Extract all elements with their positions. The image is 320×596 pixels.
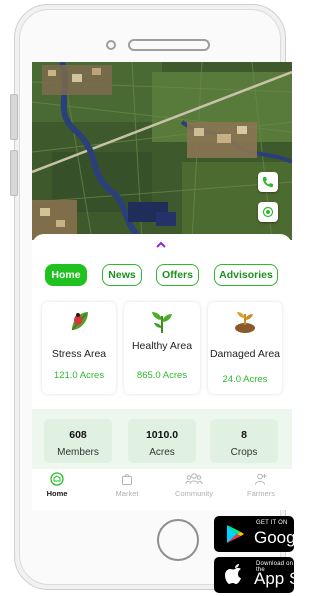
- nav-farmers[interactable]: Farmers: [236, 472, 286, 498]
- community-icon: [185, 473, 203, 485]
- speaker-grille: [128, 39, 210, 51]
- stat-number: 1010.0: [145, 429, 179, 441]
- stress-area-card[interactable]: Stress Area 121.0 Acres: [42, 302, 116, 394]
- bag-icon: [122, 474, 132, 485]
- google-play-badge[interactable]: GET IT ON Google Play: [214, 516, 294, 552]
- google-play-icon: [227, 525, 244, 543]
- beetle-leaf-icon: [42, 308, 116, 334]
- card-label: Healthy Area: [131, 340, 193, 352]
- badge-big-text: App Store: [254, 569, 294, 588]
- nav-label: Home: [46, 489, 68, 498]
- stat-label: Crops: [230, 447, 258, 458]
- stats-panel: 608 Members 1010.0 Acres 8 Crops: [32, 409, 292, 469]
- volume-down-button: [10, 150, 18, 196]
- apple-icon: [225, 564, 241, 584]
- tab-offers[interactable]: Offers: [156, 264, 199, 286]
- home-icon: [50, 472, 64, 486]
- tab-advisories[interactable]: Advisories: [214, 264, 278, 286]
- phone-icon: [263, 177, 273, 187]
- tab-news[interactable]: News: [102, 264, 142, 286]
- nav-label: Market: [115, 489, 139, 498]
- nav-home[interactable]: Home: [32, 472, 82, 498]
- healthy-area-card[interactable]: Healthy Area 865.0 Acres: [124, 302, 200, 394]
- crops-stat: 8 Crops: [210, 419, 278, 463]
- damaged-area-card[interactable]: Damaged Area 24.0 Acres: [208, 302, 282, 394]
- chevron-up-icon[interactable]: [155, 241, 167, 249]
- card-value: 24.0 Acres: [222, 374, 268, 385]
- damaged-plant-icon: [208, 308, 282, 334]
- badge-big-text: Google Play: [254, 528, 294, 547]
- locate-button[interactable]: [258, 202, 278, 222]
- call-button[interactable]: [258, 172, 278, 192]
- tab-bar: Home News Offers Advisories: [45, 264, 285, 286]
- camera-icon: [106, 40, 116, 50]
- satellite-map[interactable]: [32, 62, 292, 240]
- location-target-icon: [262, 206, 274, 218]
- card-label: Damaged Area: [209, 348, 281, 360]
- nav-market[interactable]: Market: [102, 472, 152, 498]
- stat-number: 8: [241, 429, 247, 441]
- card-label: Stress Area: [51, 348, 107, 360]
- tab-home[interactable]: Home: [45, 264, 87, 286]
- stat-number: 608: [69, 429, 87, 441]
- app-screen: Home News Offers Advisories Stress Area …: [32, 62, 292, 510]
- members-stat: 608 Members: [44, 419, 112, 463]
- app-store-badge[interactable]: Download on the App Store: [214, 557, 294, 593]
- card-value: 865.0 Acres: [136, 370, 188, 381]
- nav-community[interactable]: Community: [169, 472, 219, 498]
- stat-label: Acres: [149, 447, 175, 458]
- bottom-nav: Home Market Community Farmers: [32, 470, 292, 510]
- add-person-icon: [255, 473, 267, 485]
- plant-icon: [124, 308, 200, 334]
- bottom-sheet: Home News Offers Advisories Stress Area …: [32, 234, 292, 510]
- card-value: 121.0 Acres: [53, 370, 105, 381]
- nav-label: Farmers: [247, 489, 275, 498]
- phone-home-button[interactable]: [157, 519, 199, 561]
- acres-stat: 1010.0 Acres: [128, 419, 196, 463]
- stat-label: Members: [57, 447, 99, 458]
- badge-small-text: GET IT ON: [256, 520, 288, 526]
- nav-label: Community: [175, 489, 213, 498]
- volume-up-button: [10, 94, 18, 140]
